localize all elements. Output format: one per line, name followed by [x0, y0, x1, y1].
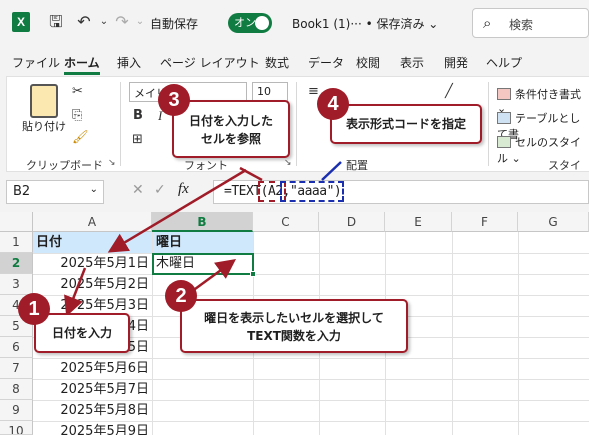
- select-all-corner[interactable]: [0, 212, 33, 232]
- fill-handle[interactable]: [250, 271, 256, 277]
- font-size-value: 10: [257, 85, 271, 98]
- search-icon: ⌕: [483, 14, 492, 32]
- clipboard-launcher-icon[interactable]: ↘: [108, 158, 116, 168]
- paste-label[interactable]: 貼り付け: [22, 118, 66, 134]
- cell-a7[interactable]: 2025年5月6日: [33, 358, 152, 379]
- cell-a3[interactable]: 2025年5月2日: [33, 274, 152, 295]
- tab-help[interactable]: ヘルプ: [486, 54, 522, 71]
- formula-prefix: =TEXT: [224, 184, 261, 199]
- bold-button[interactable]: B: [133, 108, 143, 123]
- active-cell-border: [152, 253, 254, 275]
- redo-dropdown-icon[interactable]: ⌄: [130, 12, 150, 32]
- cell-a1[interactable]: 日付: [33, 232, 152, 253]
- document-title[interactable]: Book1 (1)··· • 保存済み ⌄: [292, 15, 438, 32]
- cut-icon[interactable]: ✂: [72, 84, 83, 99]
- tab-file[interactable]: ファイル: [12, 54, 60, 71]
- row-header-1[interactable]: 1: [0, 232, 33, 253]
- gridline: [452, 232, 453, 435]
- tab-insert[interactable]: 挿入: [117, 54, 141, 71]
- column-header-c[interactable]: C: [253, 212, 319, 232]
- row-header-6[interactable]: 6: [0, 337, 33, 358]
- ribbon-separator: [488, 82, 489, 166]
- ribbon-separator: [120, 82, 121, 166]
- orientation-icon[interactable]: ╱: [445, 84, 453, 99]
- row-header-9[interactable]: 9: [0, 400, 33, 421]
- undo-icon[interactable]: ↶: [74, 12, 94, 32]
- autosave-toggle[interactable]: オン: [228, 13, 272, 33]
- step-1-badge: 1: [18, 293, 50, 325]
- callout-4: 表示形式コードを指定: [330, 104, 482, 144]
- autosave-label: 自動保存: [150, 17, 199, 31]
- formula-controls: ✕ ✓ fx: [114, 180, 204, 204]
- formula-reference: (A2: [257, 181, 286, 202]
- callout-3: 日付を入力した セルを参照: [172, 100, 290, 158]
- font-size-dropdown[interactable]: 10: [252, 82, 288, 102]
- clipboard-group-label: クリップボード: [26, 159, 103, 172]
- step-2-badge: 2: [165, 280, 197, 312]
- step-4-badge: 4: [317, 88, 349, 120]
- cell-a8[interactable]: 2025年5月7日: [33, 379, 152, 400]
- column-header-d[interactable]: D: [319, 212, 385, 232]
- callout-4-text: 表示形式コードを指定: [345, 117, 466, 131]
- callout-3-line1: 日付を入力した: [188, 114, 273, 128]
- undo-dropdown-icon[interactable]: ⌄: [94, 12, 114, 32]
- tab-formulas[interactable]: 数式: [265, 54, 289, 71]
- cell-b1[interactable]: 曜日: [153, 232, 253, 253]
- table-icon: [497, 112, 511, 124]
- row-header-8[interactable]: 8: [0, 379, 33, 400]
- format-painter-icon[interactable]: 🖌: [72, 130, 89, 145]
- search-placeholder: 検索: [509, 18, 534, 32]
- conditional-format-icon: [497, 88, 511, 100]
- gridline: [518, 232, 519, 435]
- alignment-group-label: 配置: [346, 159, 368, 172]
- column-header-f[interactable]: F: [452, 212, 518, 232]
- active-tab-indicator: [64, 72, 100, 75]
- save-icon[interactable]: 🖫: [46, 12, 66, 32]
- formula-format-code: ,"aaaa"): [279, 181, 345, 202]
- redo-icon[interactable]: ↷: [112, 12, 132, 32]
- cell-a2[interactable]: 2025年5月1日: [33, 253, 152, 274]
- column-header-e[interactable]: E: [385, 212, 452, 232]
- excel-logo-icon: X: [12, 12, 30, 32]
- tab-review[interactable]: 校閲: [356, 54, 380, 71]
- tab-page-layout[interactable]: ページ レイアウト: [160, 54, 260, 71]
- step-3-badge: 3: [158, 84, 190, 116]
- column-header-b[interactable]: B: [152, 212, 253, 232]
- font-group-label: フォント: [184, 159, 228, 172]
- callout-2-line2: TEXT関数を入力: [247, 329, 341, 343]
- row-header-2[interactable]: 2: [0, 253, 33, 274]
- autosave-state: オン: [234, 16, 256, 29]
- cell-styles-icon: [497, 136, 511, 148]
- tab-developer[interactable]: 開発: [444, 54, 468, 71]
- borders-icon[interactable]: ⊞: [132, 132, 143, 147]
- enter-icon[interactable]: ✓: [154, 182, 166, 198]
- tab-home[interactable]: ホーム: [64, 54, 100, 71]
- formula-input[interactable]: =TEXT(A2,"aaaa"): [213, 180, 589, 204]
- column-header-g[interactable]: G: [518, 212, 589, 232]
- row-header-7[interactable]: 7: [0, 358, 33, 379]
- paste-icon[interactable]: [30, 84, 58, 118]
- search-box[interactable]: ⌕ 検索: [472, 8, 589, 38]
- name-box-value: B2: [13, 184, 31, 199]
- row-header-10[interactable]: 10: [0, 421, 33, 435]
- name-box[interactable]: B2 ⌄: [6, 180, 104, 204]
- callout-3-line2: セルを参照: [200, 132, 261, 146]
- font-launcher-icon[interactable]: ↘: [284, 158, 292, 168]
- tab-data[interactable]: データ: [308, 54, 344, 71]
- callout-1: 日付を入力: [34, 313, 130, 353]
- cancel-icon[interactable]: ✕: [132, 182, 144, 198]
- column-header-a[interactable]: A: [33, 212, 152, 232]
- callout-1-text: 日付を入力: [51, 326, 112, 340]
- callout-2-line1: 曜日を表示したいセルを選択して: [204, 311, 384, 325]
- cell-a9[interactable]: 2025年5月8日: [33, 400, 152, 421]
- tab-view[interactable]: 表示: [400, 54, 424, 71]
- copy-icon[interactable]: ⎘: [72, 108, 82, 123]
- align-top-icon[interactable]: ≡: [308, 84, 319, 99]
- cell-a10[interactable]: 2025年5月9日: [33, 421, 152, 435]
- chevron-down-icon: ⌄: [89, 184, 98, 195]
- insert-function-icon[interactable]: fx: [178, 181, 189, 198]
- row-header-3[interactable]: 3: [0, 274, 33, 295]
- callout-2: 曜日を表示したいセルを選択して TEXT関数を入力: [180, 299, 408, 353]
- ribbon-separator: [296, 82, 297, 166]
